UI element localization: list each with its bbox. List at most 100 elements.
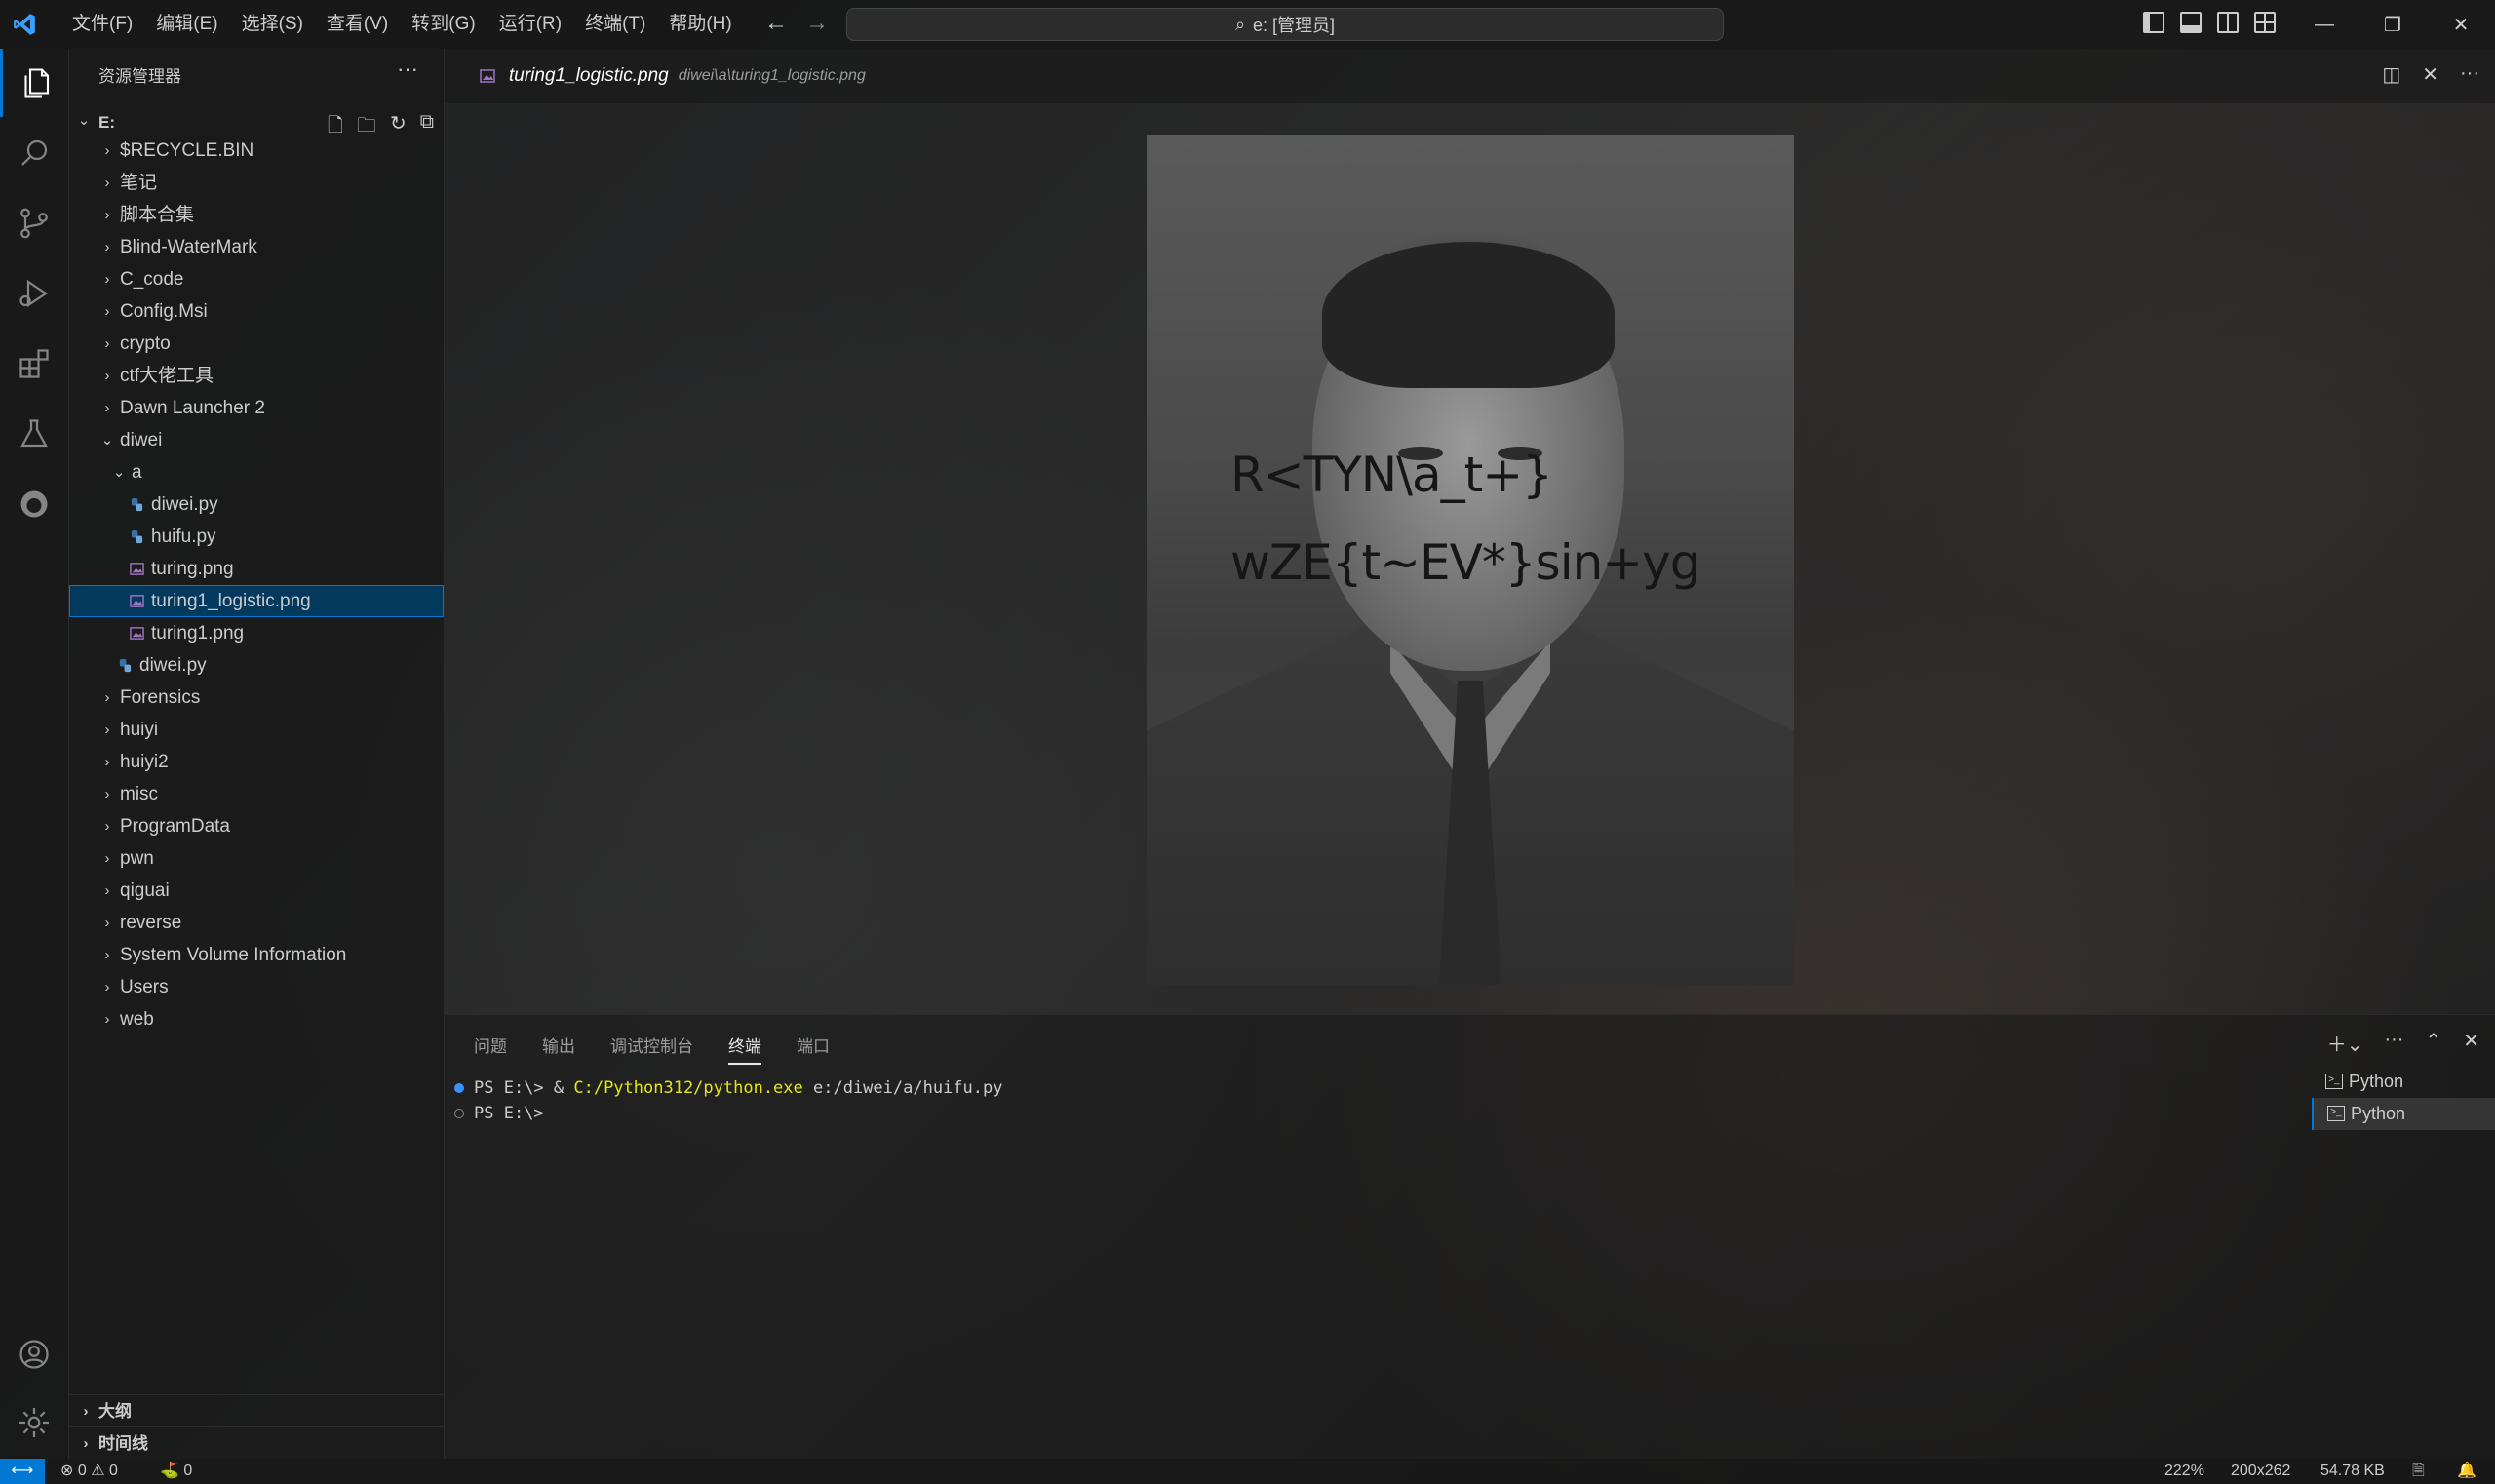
tree-folder-item[interactable]: › web bbox=[69, 1003, 444, 1035]
more-actions-icon[interactable]: ··· bbox=[2460, 62, 2479, 87]
chevron-right-icon: › bbox=[104, 882, 110, 899]
tree-folder-item[interactable]: › Forensics bbox=[69, 682, 444, 714]
tree-folder-item[interactable]: › pwn bbox=[69, 842, 444, 875]
remote-explorer-activity[interactable] bbox=[0, 470, 68, 538]
tree-folder-item[interactable]: › reverse bbox=[69, 907, 444, 939]
tree-folder-item[interactable]: › ctf大佬工具 bbox=[69, 360, 444, 392]
warning-count: 0 bbox=[109, 1463, 118, 1479]
panel-tab[interactable]: 输出 bbox=[542, 1033, 575, 1065]
tree-item-label: pwn bbox=[120, 848, 154, 869]
timeline-section[interactable]: › 时间线 bbox=[69, 1426, 444, 1460]
menu-item[interactable]: 运行(R) bbox=[487, 0, 573, 49]
more-actions-icon[interactable]: ··· bbox=[2384, 1029, 2403, 1057]
search-activity[interactable] bbox=[0, 119, 68, 187]
menu-item[interactable]: 选择(S) bbox=[230, 0, 315, 49]
tree-folder-item[interactable]: › ProgramData bbox=[69, 810, 444, 842]
menu-item[interactable]: 终端(T) bbox=[573, 0, 657, 49]
tree-folder-item[interactable]: › Blind-WaterMark bbox=[69, 231, 444, 263]
command-center[interactable]: ⌕ e: [管理员] bbox=[846, 8, 1724, 41]
tree-folder-item[interactable]: › qiguai bbox=[69, 875, 444, 907]
command-decoration-icon[interactable] bbox=[454, 1109, 464, 1118]
tree-folder-item[interactable]: › misc bbox=[69, 778, 444, 810]
tree-file-item[interactable]: turing1_logistic.png bbox=[69, 585, 444, 617]
extensions-activity[interactable] bbox=[0, 330, 68, 398]
restore-icon[interactable]: ❐ bbox=[2359, 0, 2427, 49]
remote-explorer-icon bbox=[20, 490, 48, 518]
terminal-list-item[interactable]: >_ Python bbox=[2312, 1066, 2495, 1098]
tree-folder-item[interactable]: › 笔记 bbox=[69, 167, 444, 199]
editor-area: turing1_logistic.png diwei\a\turing1_log… bbox=[445, 49, 2495, 1014]
notifications-icon[interactable]: 🔔 bbox=[2457, 1459, 2476, 1484]
feedback-icon[interactable]: 🗎 bbox=[2412, 1459, 2425, 1484]
minimize-icon[interactable]: — bbox=[2290, 0, 2359, 49]
tree-folder-item[interactable]: › Dawn Launcher 2 bbox=[69, 392, 444, 424]
tree-folder-item[interactable]: ⌄ a bbox=[69, 456, 444, 488]
problems-indicator[interactable]: ⊗ 0 ⚠ 0 bbox=[60, 1459, 118, 1484]
menu-item[interactable]: 文件(F) bbox=[60, 0, 144, 49]
back-arrow-icon[interactable]: ← bbox=[764, 10, 788, 37]
tree-file-item[interactable]: diwei.py bbox=[69, 488, 444, 521]
maximize-panel-icon[interactable]: ⌃ bbox=[2425, 1029, 2441, 1057]
terminal-output[interactable]: PS E:\> & C:/Python312/python.exe e:/diw… bbox=[445, 1075, 1002, 1126]
panel-tab[interactable]: 问题 bbox=[474, 1033, 507, 1065]
manage-activity[interactable] bbox=[0, 1388, 68, 1457]
tree-folder-item[interactable]: › Users bbox=[69, 971, 444, 1003]
tree-item-label: diwei.py bbox=[139, 655, 207, 676]
close-tab-icon[interactable]: ✕ bbox=[2422, 62, 2438, 87]
toggle-primary-sidebar-icon[interactable] bbox=[2143, 12, 2164, 33]
toggle-panel-icon[interactable] bbox=[2180, 12, 2202, 33]
chevron-right-icon: › bbox=[104, 850, 110, 867]
toggle-secondary-sidebar-icon[interactable] bbox=[2217, 12, 2239, 33]
close-panel-icon[interactable]: ✕ bbox=[2463, 1029, 2479, 1057]
source-control-activity[interactable] bbox=[0, 189, 68, 257]
tree-item-label: turing1.png bbox=[151, 623, 245, 644]
explorer-activity[interactable] bbox=[0, 49, 68, 117]
zoom-level[interactable]: 222% bbox=[2164, 1459, 2204, 1484]
panel-tab[interactable]: 调试控制台 bbox=[610, 1033, 693, 1065]
accounts-activity[interactable] bbox=[0, 1320, 68, 1388]
image-preview[interactable]: R<TYN\a_t+} wZE{t~EV*}sin+yg bbox=[1147, 135, 1794, 985]
split-editor-icon[interactable]: ◫ bbox=[2382, 62, 2400, 87]
tree-folder-item[interactable]: › huiyi2 bbox=[69, 746, 444, 778]
search-icon: ⌕ bbox=[1234, 14, 1246, 34]
tree-folder-item[interactable]: › System Volume Information bbox=[69, 939, 444, 971]
tree-file-item[interactable]: huifu.py bbox=[69, 521, 444, 553]
run-debug-activity[interactable] bbox=[0, 259, 68, 328]
tree-file-item[interactable]: diwei.py bbox=[69, 649, 444, 682]
tree-item-label: Dawn Launcher 2 bbox=[120, 398, 265, 418]
tree-folder-item[interactable]: › 脚本合集 bbox=[69, 199, 444, 231]
menu-item[interactable]: 编辑(E) bbox=[144, 0, 229, 49]
root-label: E: bbox=[98, 113, 115, 132]
tree-folder-item[interactable]: › C_code bbox=[69, 263, 444, 295]
remote-indicator-icon[interactable]: ⟷ bbox=[0, 1459, 45, 1484]
more-actions-icon[interactable]: ··· bbox=[397, 57, 418, 82]
ports-indicator[interactable]: ⛳ 0 bbox=[160, 1459, 192, 1484]
tree-folder-item[interactable]: ⌄ diwei bbox=[69, 424, 444, 456]
customize-layout-icon[interactable] bbox=[2254, 12, 2276, 33]
tree-folder-item[interactable]: › crypto bbox=[69, 328, 444, 360]
menu-item[interactable]: 帮助(H) bbox=[657, 0, 743, 49]
tree-folder-item[interactable]: › $RECYCLE.BIN bbox=[69, 135, 444, 167]
panel-tab[interactable]: 端口 bbox=[797, 1033, 830, 1065]
chevron-right-icon: › bbox=[104, 947, 110, 963]
menu-item[interactable]: 查看(V) bbox=[315, 0, 400, 49]
tree-folder-item[interactable]: › Config.Msi bbox=[69, 295, 444, 328]
new-terminal-icon[interactable]: ＋⌄ bbox=[2327, 1029, 2363, 1057]
editor-actions: ◫ ✕ ··· bbox=[2382, 62, 2479, 87]
tree-file-item[interactable]: turing.png bbox=[69, 553, 444, 585]
chevron-down-icon: ⌄ bbox=[112, 464, 126, 481]
tree-file-item[interactable]: turing1.png bbox=[69, 617, 444, 649]
nav-arrows: ← → bbox=[764, 10, 829, 37]
menu-item[interactable]: 转到(G) bbox=[400, 0, 487, 49]
panel-tab[interactable]: 终端 bbox=[728, 1033, 761, 1065]
chevron-right-icon: › bbox=[104, 818, 110, 835]
testing-activity[interactable] bbox=[0, 400, 68, 468]
forward-arrow-icon[interactable]: → bbox=[805, 10, 829, 37]
close-window-icon[interactable]: ✕ bbox=[2427, 0, 2495, 49]
command-decoration-icon[interactable] bbox=[454, 1083, 464, 1093]
sidebar-title: 资源管理器 bbox=[98, 67, 181, 86]
terminal-list-item[interactable]: >_ Python bbox=[2312, 1098, 2495, 1130]
tree-folder-item[interactable]: › huiyi bbox=[69, 714, 444, 746]
outline-section[interactable]: › 大纲 bbox=[69, 1394, 444, 1427]
editor-tab[interactable]: turing1_logistic.png diwei\a\turing1_log… bbox=[445, 49, 893, 103]
